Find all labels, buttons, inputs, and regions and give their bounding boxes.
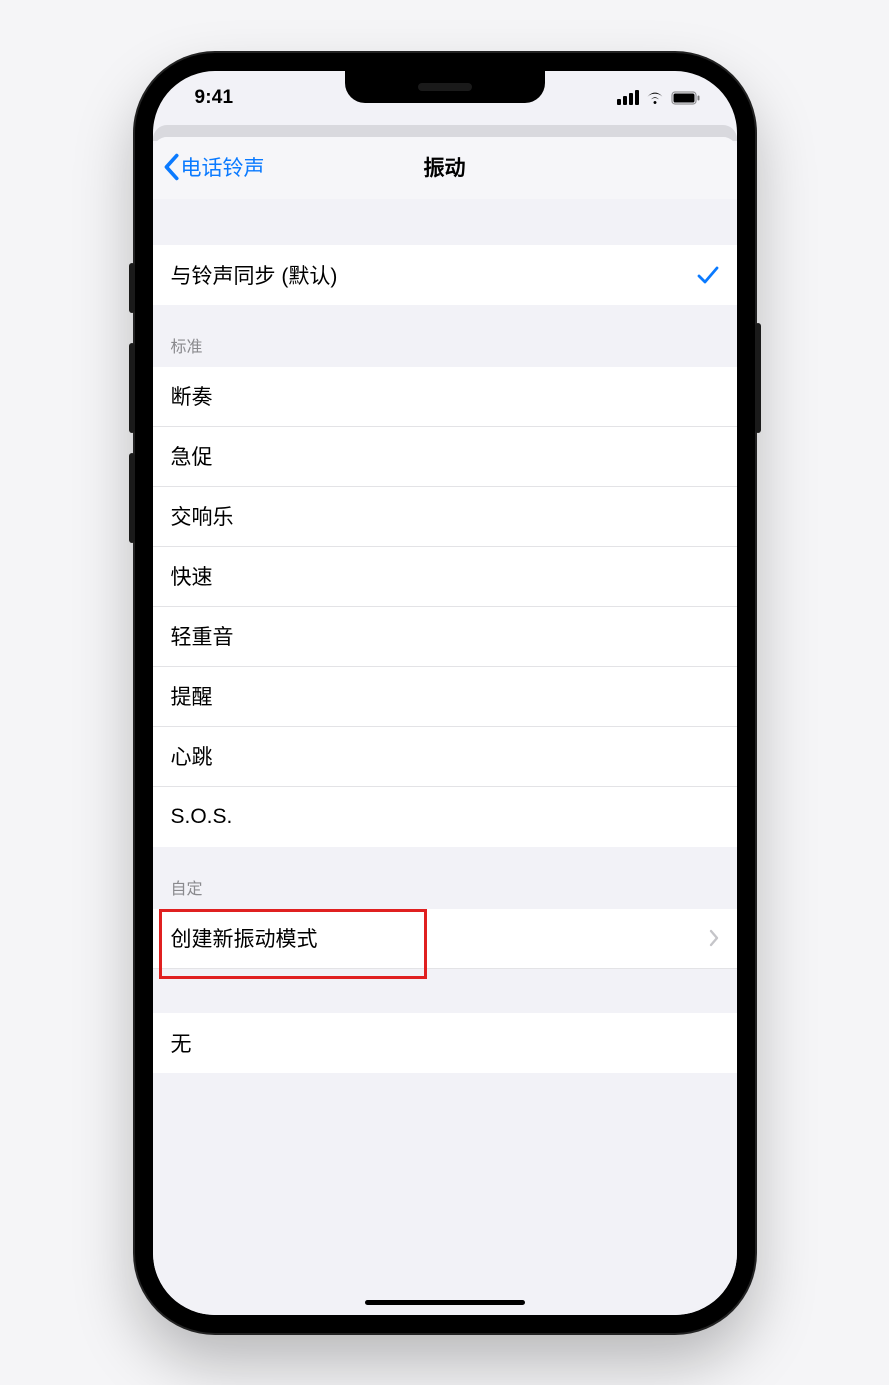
navigation-bar: 电话铃声 振动	[153, 137, 737, 199]
page-title: 振动	[424, 152, 466, 182]
section-spacer	[153, 969, 737, 1013]
notch	[345, 71, 545, 103]
group-custom: 创建新振动模式	[153, 909, 737, 969]
mute-switch	[129, 263, 135, 313]
settings-sheet: 电话铃声 振动 与铃声同步 (默认) 标准	[153, 137, 737, 1315]
chevron-left-icon	[163, 153, 179, 181]
status-indicators	[617, 90, 701, 105]
group-selected: 与铃声同步 (默认)	[153, 245, 737, 305]
row-label: 提醒	[171, 681, 719, 711]
row-label: 急促	[171, 441, 719, 471]
volume-down-button	[129, 453, 135, 543]
group-none: 无	[153, 1013, 737, 1073]
back-label: 电话铃声	[181, 152, 265, 182]
row-label: 与铃声同步 (默认)	[171, 260, 697, 290]
status-time: 9:41	[195, 87, 234, 109]
row-label: 断奏	[171, 381, 719, 411]
group-standard: 断奏 急促 交响乐 快速 轻重音 提醒 心跳 S.O.S.	[153, 367, 737, 847]
screen: 9:41 电话铃声 振动	[153, 71, 737, 1315]
row-standard-quick[interactable]: 快速	[153, 547, 737, 607]
back-button[interactable]: 电话铃声	[163, 137, 265, 198]
row-standard-symphony[interactable]: 交响乐	[153, 487, 737, 547]
row-label: S.O.S.	[171, 805, 719, 829]
section-spacer	[153, 199, 737, 245]
checkmark-icon	[697, 265, 719, 285]
row-label: 轻重音	[171, 621, 719, 651]
section-header-custom: 自定	[153, 847, 737, 909]
battery-icon	[671, 91, 701, 105]
row-label: 创建新振动模式	[171, 923, 709, 953]
row-standard-rapid[interactable]: 急促	[153, 427, 737, 487]
row-label: 交响乐	[171, 501, 719, 531]
row-standard-sos[interactable]: S.O.S.	[153, 787, 737, 847]
section-header-standard: 标准	[153, 305, 737, 367]
home-indicator[interactable]	[365, 1300, 525, 1305]
row-create-new-vibration[interactable]: 创建新振动模式	[153, 909, 737, 969]
row-sync-default[interactable]: 与铃声同步 (默认)	[153, 245, 737, 305]
volume-up-button	[129, 343, 135, 433]
chevron-right-icon	[709, 929, 719, 947]
row-label: 快速	[171, 561, 719, 591]
device-frame: 9:41 电话铃声 振动	[135, 53, 755, 1333]
cellular-signal-icon	[617, 90, 639, 105]
row-standard-accent[interactable]: 轻重音	[153, 607, 737, 667]
row-standard-alert[interactable]: 提醒	[153, 667, 737, 727]
power-button	[755, 323, 761, 433]
wifi-icon	[645, 90, 665, 105]
row-standard-staccato[interactable]: 断奏	[153, 367, 737, 427]
row-none[interactable]: 无	[153, 1013, 737, 1073]
row-label: 无	[171, 1028, 719, 1058]
row-label: 心跳	[171, 741, 719, 771]
row-standard-heartbeat[interactable]: 心跳	[153, 727, 737, 787]
content-scroll[interactable]: 与铃声同步 (默认) 标准 断奏 急促 交响乐 快速 轻重音 提醒	[153, 199, 737, 1315]
